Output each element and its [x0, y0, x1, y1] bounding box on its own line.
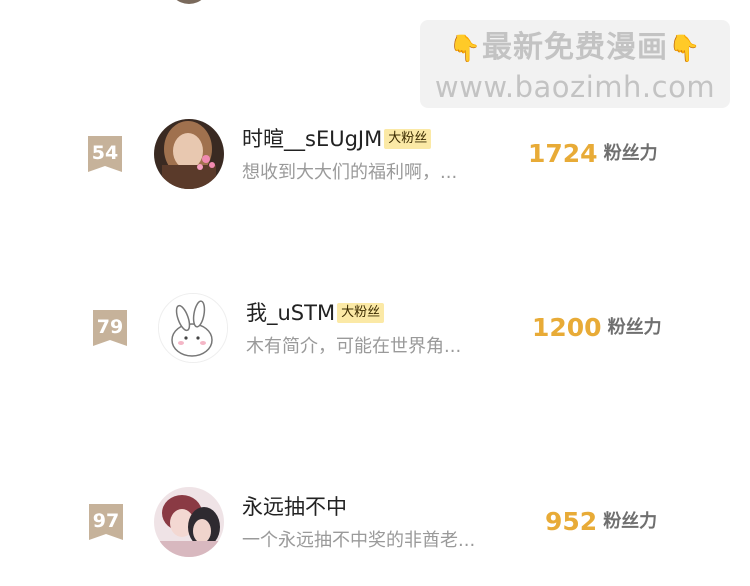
list-item[interactable]: 54 时暄__sEUgJM 大粉丝 想收到大大们的福利啊，... 1724 粉丝力	[0, 110, 750, 200]
fan-score-label: 粉丝力	[603, 511, 658, 532]
user-bio: 想收到大大们的福利啊，...	[242, 162, 458, 183]
rank-badge: 79	[93, 310, 127, 346]
fan-score-label: 粉丝力	[607, 317, 662, 338]
list-item[interactable]: 79 我_uSTM 大粉丝 木有简介，可能在世界角... 1200 粉丝力	[0, 284, 750, 374]
watermark-title-text: 最新免费漫画	[482, 30, 668, 65]
rank-badge: 54	[88, 136, 122, 172]
name-line: 我_uSTM 大粉丝	[246, 298, 385, 328]
pointing-down-hand-icon: 👇	[668, 33, 702, 64]
watermark-title: 👇最新免费漫画👇	[420, 30, 730, 67]
avatar[interactable]	[154, 487, 224, 557]
rank-badge: 97	[89, 504, 123, 540]
big-fan-badge: 大粉丝	[384, 129, 432, 149]
avatar[interactable]	[158, 293, 228, 363]
fan-score-value: 1724	[528, 139, 598, 168]
avatar[interactable]	[154, 119, 224, 189]
pointing-down-hand-icon: 👇	[448, 33, 482, 64]
watermark-url: www.baozimh.com	[434, 70, 716, 104]
name-line: 时暄__sEUgJM 大粉丝	[242, 124, 432, 154]
watermark: 👇最新免费漫画👇 www.baozimh.com	[420, 20, 730, 108]
rank-number: 54	[91, 142, 119, 164]
fan-score-label: 粉丝力	[603, 143, 658, 164]
avatar[interactable]	[168, 0, 210, 4]
username[interactable]: 永远抽不中	[242, 495, 347, 519]
big-fan-badge: 大粉丝	[337, 303, 385, 323]
fan-score: 1724 粉丝力	[528, 137, 658, 171]
fan-score: 1200 粉丝力	[532, 311, 662, 345]
username[interactable]: 时暄__sEUgJM	[242, 127, 382, 151]
rank-number: 97	[92, 510, 120, 532]
fan-score-value: 952	[545, 507, 598, 536]
name-line: 永远抽不中	[242, 492, 347, 522]
user-bio: 一个永远抽不中奖的非酋老...	[242, 530, 476, 551]
username[interactable]: 我_uSTM	[246, 301, 335, 325]
rank-number: 79	[96, 316, 124, 338]
fan-score-value: 1200	[532, 313, 602, 342]
fan-score: 952 粉丝力	[545, 505, 657, 539]
list-item[interactable]: 97 永远抽不中 一个永远抽不中奖的非酋老... 952 粉丝力	[0, 478, 750, 568]
user-bio: 木有简介，可能在世界角...	[246, 336, 462, 357]
fan-ranking-page: 👇最新免费漫画👇 www.baozimh.com 54 时暄__sEUgJM 大粉…	[0, 0, 750, 586]
